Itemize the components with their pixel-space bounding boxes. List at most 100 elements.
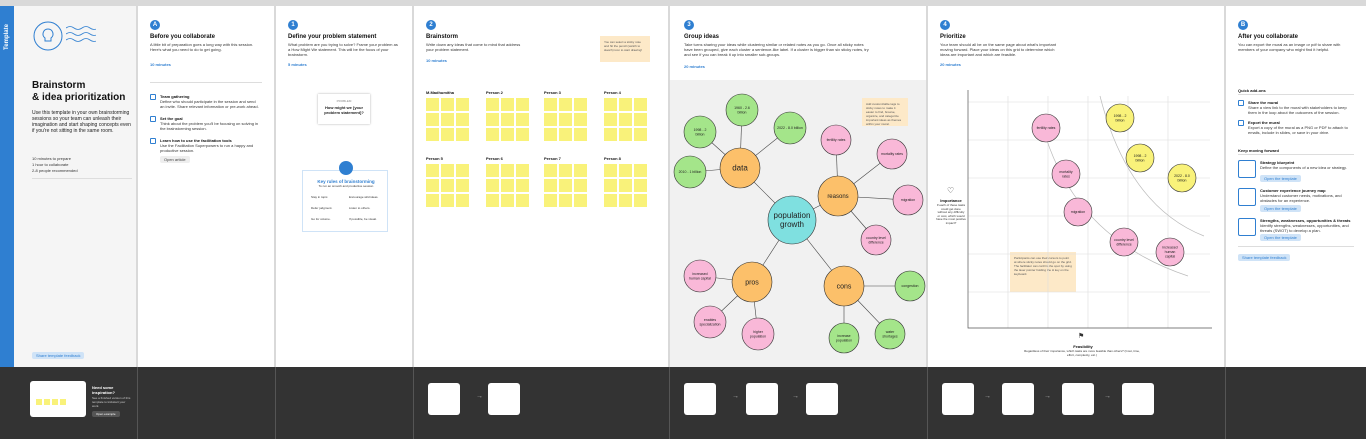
- priority-item[interactable]: fertility rates: [1031, 113, 1061, 143]
- sticky-note[interactable]: [516, 113, 529, 126]
- prioritize-example-thumb[interactable]: [1122, 383, 1154, 415]
- sticky-note[interactable]: [516, 98, 529, 111]
- prioritize-example-thumb[interactable]: [1062, 383, 1094, 415]
- sticky-note[interactable]: [604, 164, 617, 177]
- reason-item[interactable]: country leveldifference: [860, 224, 892, 256]
- sticky-note[interactable]: [516, 164, 529, 177]
- sticky-note[interactable]: [441, 128, 454, 141]
- data-item[interactable]: 1960 - 2.6billion: [725, 93, 759, 127]
- sticky-note[interactable]: [604, 128, 617, 141]
- sticky-note[interactable]: [456, 98, 469, 111]
- data-item[interactable]: 2022 - 8.0 billion: [773, 111, 807, 145]
- sticky-note[interactable]: [456, 164, 469, 177]
- sticky-note[interactable]: [619, 128, 632, 141]
- group-example-thumb[interactable]: [806, 383, 838, 415]
- share-feedback-button[interactable]: Share template feedback: [32, 352, 85, 359]
- mural-board[interactable]: Template Brainstorm & idea prioritizatio…: [0, 0, 1366, 439]
- sticky-note[interactable]: [516, 194, 529, 207]
- sticky-note[interactable]: [544, 194, 557, 207]
- open-article-button[interactable]: Open article: [160, 156, 190, 163]
- open-template-button[interactable]: Open the template: [1260, 175, 1301, 182]
- example-thumbnail[interactable]: [30, 381, 86, 417]
- sticky-note[interactable]: [426, 113, 439, 126]
- sticky-note[interactable]: [426, 164, 439, 177]
- con-item[interactable]: congestion: [894, 270, 926, 302]
- sticky-note[interactable]: [501, 113, 514, 126]
- sticky-note[interactable]: [501, 164, 514, 177]
- open-template-button[interactable]: Open the template: [1260, 234, 1301, 241]
- sticky-note[interactable]: [574, 194, 587, 207]
- sticky-note[interactable]: [501, 128, 514, 141]
- sticky-note[interactable]: [516, 179, 529, 192]
- prioritize-example-thumb[interactable]: [1002, 383, 1034, 415]
- sticky-note[interactable]: [426, 194, 439, 207]
- sticky-note[interactable]: [441, 194, 454, 207]
- priority-item[interactable]: increasedhumancapital: [1155, 237, 1185, 267]
- sticky-note[interactable]: [574, 98, 587, 111]
- reason-item[interactable]: mortality rates: [876, 138, 908, 170]
- sticky-note[interactable]: [544, 113, 557, 126]
- priority-item[interactable]: 1998 - 2billion: [1125, 143, 1155, 173]
- sticky-note[interactable]: [604, 179, 617, 192]
- sticky-note[interactable]: [559, 179, 572, 192]
- sticky-note[interactable]: [456, 128, 469, 141]
- pro-item[interactable]: increasedhuman capital: [683, 259, 717, 293]
- sticky-note[interactable]: [544, 98, 557, 111]
- sticky-note[interactable]: [604, 113, 617, 126]
- sticky-note[interactable]: [426, 179, 439, 192]
- sticky-note[interactable]: [604, 194, 617, 207]
- sticky-note[interactable]: [441, 164, 454, 177]
- sticky-note[interactable]: [486, 164, 499, 177]
- data-item[interactable]: 2010 - 1 billion: [673, 155, 707, 189]
- share-feedback-button[interactable]: Share template feedback: [1238, 254, 1291, 261]
- sticky-note[interactable]: [544, 179, 557, 192]
- sticky-note[interactable]: [426, 98, 439, 111]
- priority-item[interactable]: country leveldifference: [1109, 227, 1139, 257]
- sticky-note[interactable]: [619, 164, 632, 177]
- sticky-note[interactable]: [619, 179, 632, 192]
- priority-item[interactable]: 1998 - 2billion: [1105, 103, 1135, 133]
- cluster-pros[interactable]: pros: [731, 261, 773, 303]
- sticky-note[interactable]: [559, 194, 572, 207]
- open-template-button[interactable]: Open the template: [1260, 205, 1301, 212]
- sticky-note[interactable]: [544, 128, 557, 141]
- sticky-note[interactable]: [441, 179, 454, 192]
- con-item[interactable]: watershortages: [874, 318, 906, 350]
- sticky-note[interactable]: [441, 113, 454, 126]
- sticky-note[interactable]: [516, 128, 529, 141]
- sticky-note[interactable]: [634, 128, 647, 141]
- prioritize-example-thumb[interactable]: [942, 383, 974, 415]
- data-item[interactable]: 1998 - 2billion: [683, 115, 717, 149]
- sticky-note[interactable]: [486, 128, 499, 141]
- sticky-note[interactable]: [574, 113, 587, 126]
- center-node[interactable]: populationgrowth: [767, 195, 817, 245]
- sticky-note[interactable]: [486, 113, 499, 126]
- sticky-note[interactable]: [634, 164, 647, 177]
- priority-item[interactable]: migration: [1063, 197, 1093, 227]
- reason-item[interactable]: fertility rates: [820, 124, 852, 156]
- sticky-note[interactable]: [619, 98, 632, 111]
- priority-item[interactable]: mortalityrates: [1051, 159, 1081, 189]
- sticky-note[interactable]: [441, 98, 454, 111]
- sticky-note[interactable]: [501, 194, 514, 207]
- sticky-note[interactable]: [619, 113, 632, 126]
- sticky-note[interactable]: [456, 179, 469, 192]
- pro-item[interactable]: enablesspecialization: [693, 305, 727, 339]
- pro-item[interactable]: higherpopulation: [741, 317, 775, 351]
- brainstorm-example-thumb[interactable]: [428, 383, 460, 415]
- sticky-note[interactable]: [559, 164, 572, 177]
- sticky-note[interactable]: [486, 98, 499, 111]
- sticky-note[interactable]: [634, 113, 647, 126]
- cluster-reasons[interactable]: reasons: [817, 175, 859, 217]
- sticky-note[interactable]: [559, 128, 572, 141]
- sticky-note[interactable]: [619, 194, 632, 207]
- sticky-note[interactable]: [486, 179, 499, 192]
- sticky-note[interactable]: [544, 164, 557, 177]
- sticky-note[interactable]: [501, 98, 514, 111]
- sticky-note[interactable]: [559, 113, 572, 126]
- sticky-note[interactable]: [574, 164, 587, 177]
- sticky-note[interactable]: [456, 113, 469, 126]
- sticky-note[interactable]: [574, 128, 587, 141]
- group-example-thumb[interactable]: [746, 383, 778, 415]
- open-example-button[interactable]: Open example: [92, 411, 120, 417]
